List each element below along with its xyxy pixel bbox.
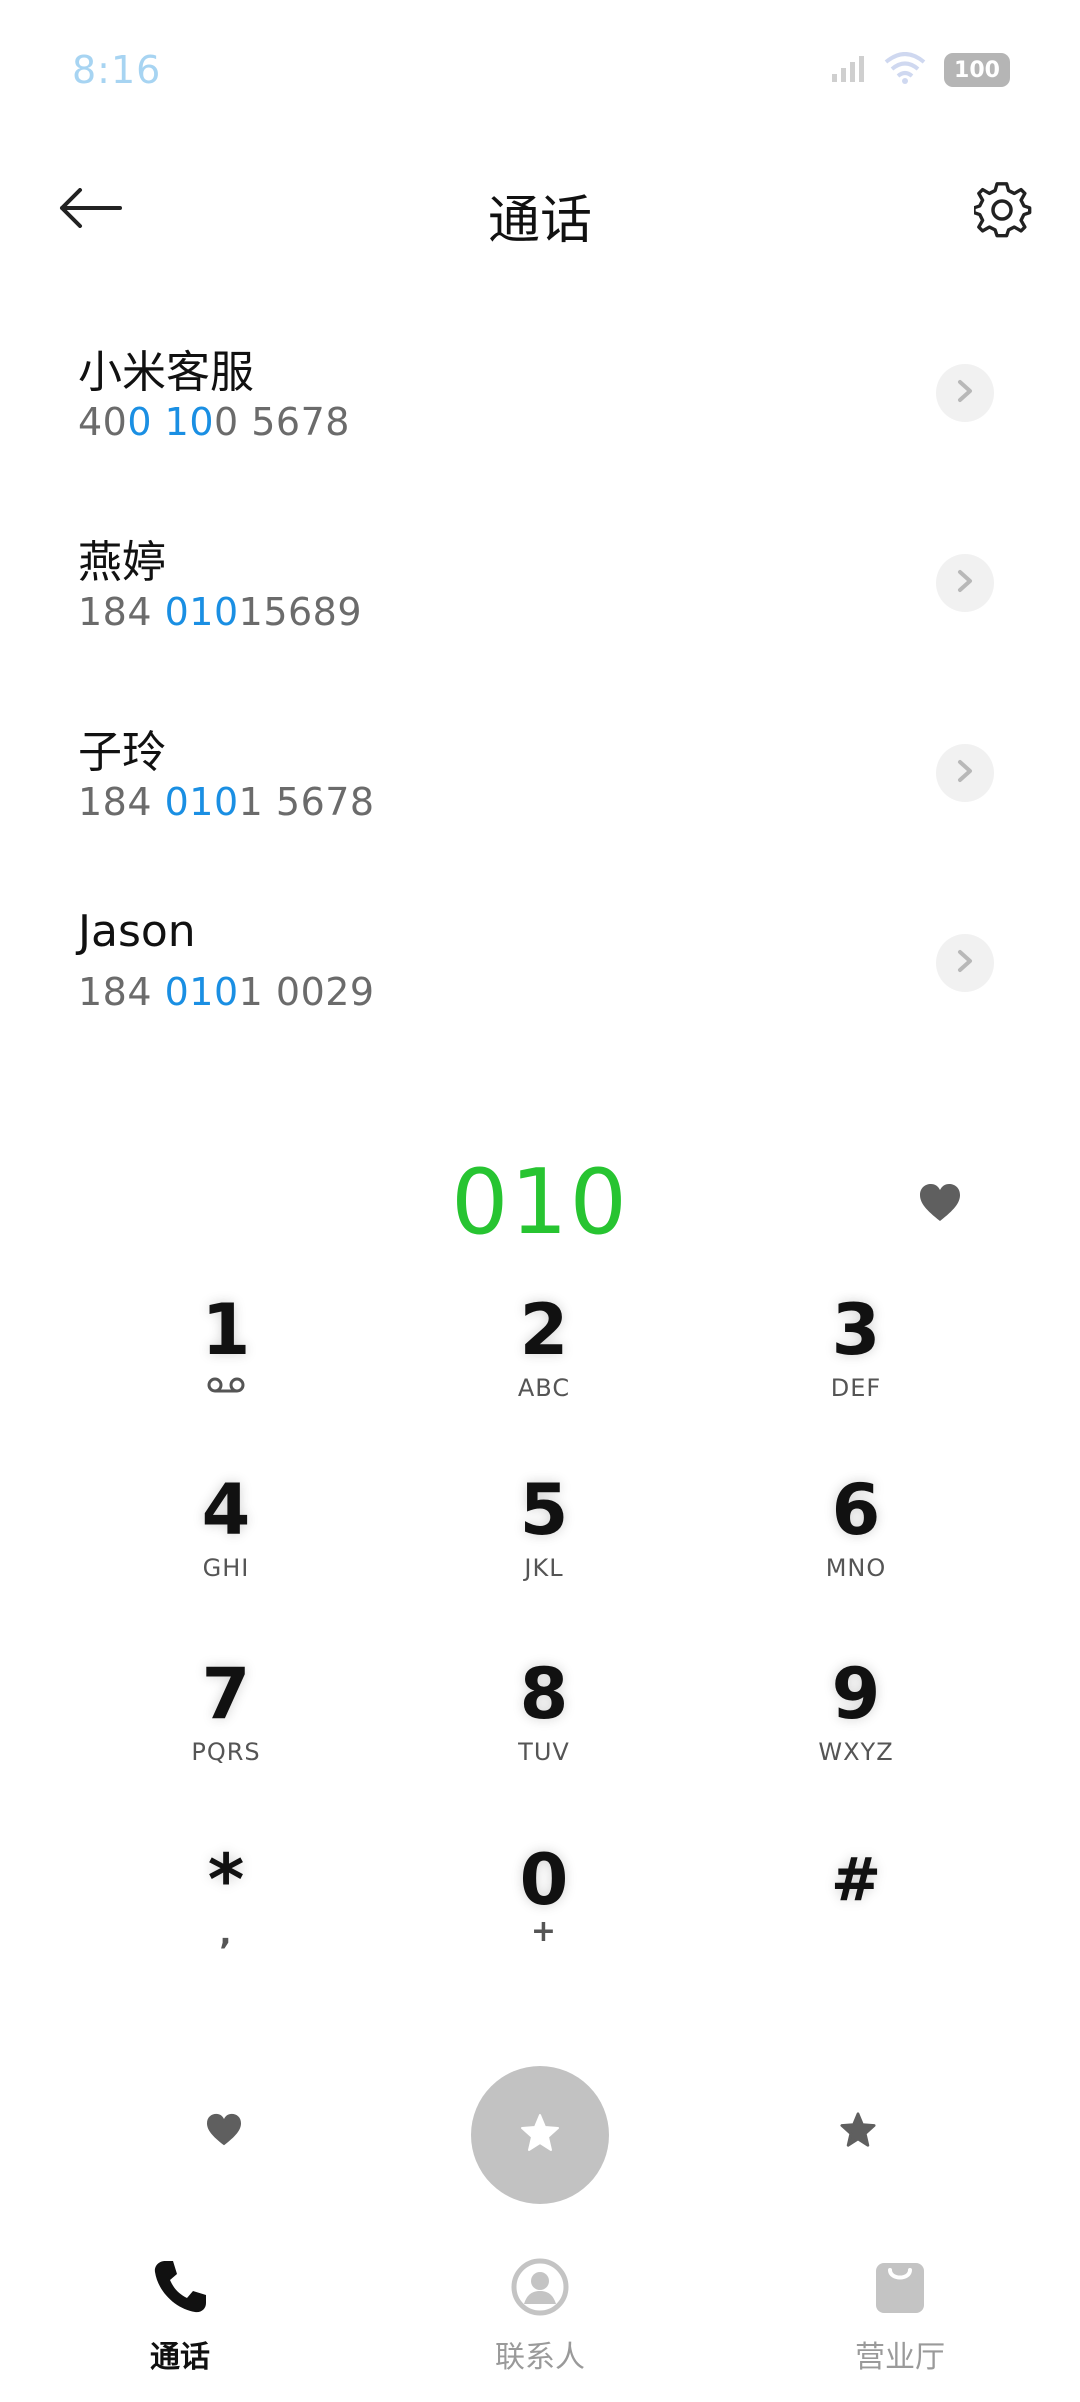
gear-icon (972, 182, 1032, 244)
key-4[interactable]: 4 GHI (126, 1470, 326, 1620)
contact-name: Jason (78, 906, 196, 957)
key-hash[interactable]: # (756, 1840, 956, 1990)
contacts-icon (511, 2258, 569, 2320)
tab-label: 营业厅 (855, 2340, 945, 2375)
contact-number: 184 0101 0029 (78, 970, 375, 1014)
contact-detail-button[interactable] (936, 554, 994, 612)
key-1[interactable]: 1 (126, 1290, 326, 1440)
more-action-button[interactable] (830, 2104, 886, 2160)
key-5[interactable]: 5 JKL (444, 1470, 644, 1620)
tab-store[interactable]: 营业厅 (720, 2230, 1080, 2402)
heart-icon (205, 2113, 243, 2151)
list-item[interactable]: 燕婷 184 01015689 (0, 490, 1080, 680)
key-star[interactable]: * , (126, 1840, 326, 1990)
voicemail-icon (206, 1376, 246, 1398)
contact-number: 400 100 5678 (78, 400, 350, 444)
list-item[interactable]: Jason 184 0101 0029 (0, 870, 1080, 1060)
contact-detail-button[interactable] (936, 364, 994, 422)
tab-calls[interactable]: 通话 (0, 2230, 360, 2402)
tab-contacts[interactable]: 联系人 (360, 2230, 720, 2402)
status-time: 8:16 (72, 48, 162, 92)
contact-number: 184 01015689 (78, 590, 363, 634)
phone-icon (151, 2258, 209, 2320)
signal-icon (832, 54, 866, 86)
key-9[interactable]: 9 WXYZ (756, 1654, 956, 1804)
contact-number: 184 0101 5678 (78, 780, 375, 824)
contact-name: 子玲 (78, 727, 166, 778)
status-bar: 8:16 100 (0, 0, 1080, 150)
chevron-right-icon (955, 569, 975, 597)
call-button[interactable] (471, 2066, 609, 2204)
shopping-bag-icon (871, 2258, 929, 2320)
settings-button[interactable] (970, 180, 1036, 246)
status-icons: 100 (832, 52, 1010, 88)
list-item[interactable]: 小米客服 400 100 5678 (0, 300, 1080, 490)
star-icon (840, 2112, 876, 2152)
dialer-actions (0, 2066, 1080, 2206)
chevron-right-icon (955, 759, 975, 787)
page-title: 通话 (487, 191, 592, 251)
list-item[interactable]: 子玲 184 0101 5678 (0, 680, 1080, 870)
key-2[interactable]: 2 ABC (444, 1290, 644, 1440)
contact-name: 燕婷 (78, 537, 166, 588)
key-7[interactable]: 7 PQRS (126, 1654, 326, 1804)
battery-icon: 100 (944, 53, 1010, 87)
star-icon (520, 2113, 560, 2157)
contact-suggestions: 小米客服 400 100 5678 燕婷 184 01015689 子玲 184… (0, 300, 1080, 1060)
tab-label: 通话 (150, 2340, 210, 2375)
favorite-button[interactable] (912, 1177, 968, 1233)
tab-label: 联系人 (495, 2340, 585, 2375)
chevron-right-icon (955, 949, 975, 977)
bottom-nav: 通话 联系人 营业厅 (0, 2230, 1080, 2402)
contact-name: 小米客服 (78, 347, 254, 398)
favorite-action-button[interactable] (196, 2104, 252, 2160)
key-0[interactable]: 0 + (444, 1840, 644, 1990)
contact-detail-button[interactable] (936, 934, 994, 992)
key-6[interactable]: 6 MNO (756, 1470, 956, 1620)
key-3[interactable]: 3 DEF (756, 1290, 956, 1440)
header: 通话 (0, 150, 1080, 270)
heart-icon (918, 1183, 962, 1227)
chevron-right-icon (955, 379, 975, 407)
key-8[interactable]: 8 TUV (444, 1654, 644, 1804)
contact-detail-button[interactable] (936, 744, 994, 802)
wifi-icon (884, 52, 926, 88)
